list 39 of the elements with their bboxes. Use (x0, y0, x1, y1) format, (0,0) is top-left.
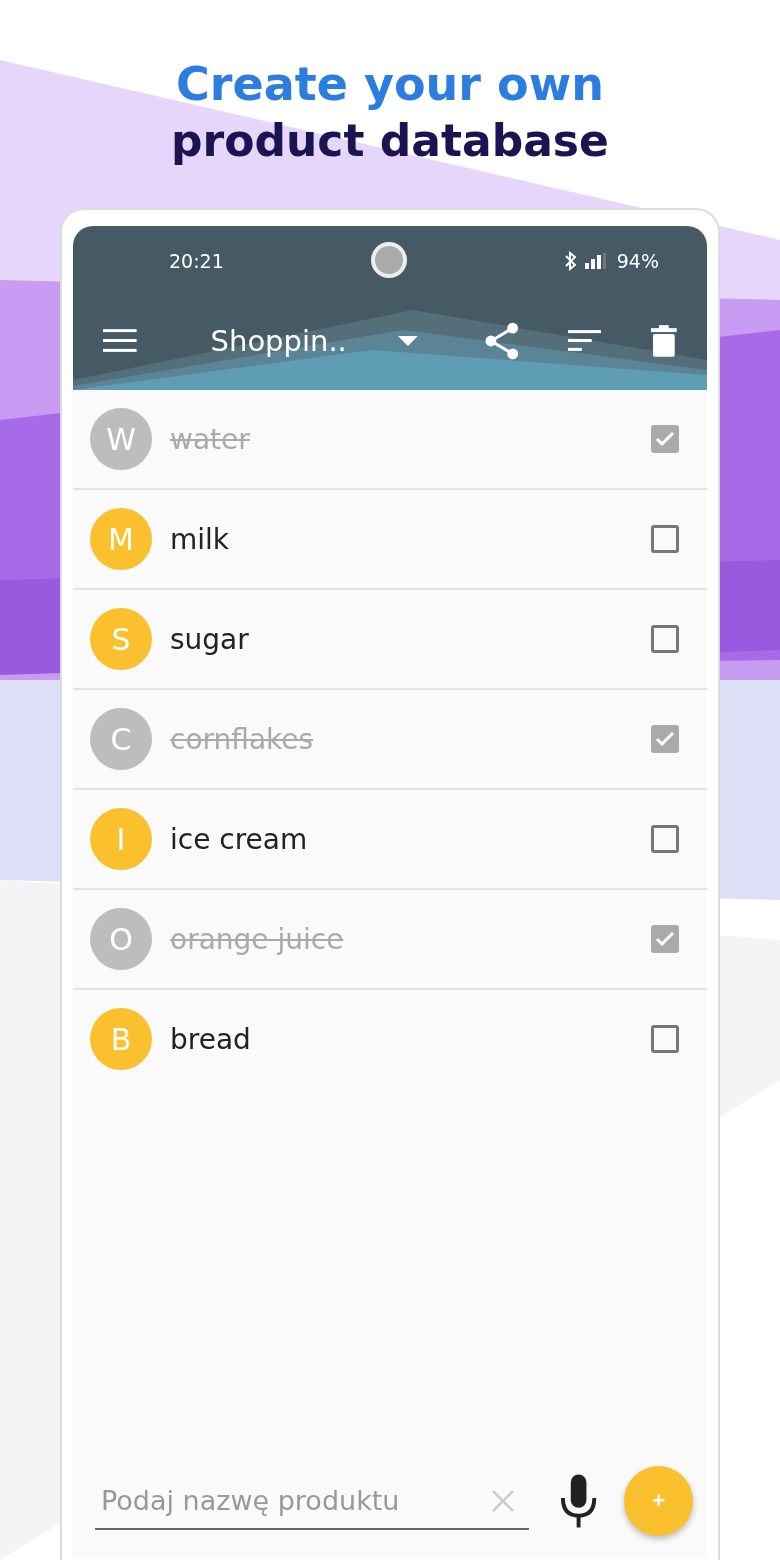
product-name: cornflakes (170, 722, 315, 756)
product-name: water (170, 422, 251, 456)
checkbox[interactable] (651, 625, 679, 653)
letter-avatar: O (90, 908, 152, 970)
checkbox[interactable] (651, 425, 679, 453)
product-name: orange juice (170, 922, 345, 956)
signal-icon (584, 253, 609, 269)
check-icon (655, 931, 675, 947)
product-name: bread (170, 1022, 252, 1056)
checkbox[interactable] (651, 525, 679, 553)
product-name: ice cream (170, 822, 309, 856)
headline: Create your own (176, 56, 604, 112)
checkbox[interactable] (651, 925, 679, 953)
letter-avatar: B (90, 1008, 152, 1070)
checkbox[interactable] (651, 825, 679, 853)
list-selector[interactable]: Shoppin.. (210, 324, 399, 358)
headline: product database (171, 114, 609, 168)
letter-avatar: I (90, 808, 152, 870)
microphone-icon[interactable] (559, 1474, 599, 1528)
letter-avatar: C (90, 708, 152, 770)
battery-level: 94% (616, 250, 659, 272)
check-icon (655, 731, 675, 747)
dropdown-icon[interactable] (398, 336, 419, 346)
bluetooth-icon (564, 251, 577, 271)
check-icon (655, 431, 675, 447)
letter-avatar: S (90, 608, 152, 670)
camera-icon (371, 242, 407, 278)
checkbox[interactable] (651, 1025, 679, 1053)
menu-icon[interactable] (103, 329, 137, 353)
letter-avatar: M (90, 508, 152, 570)
clock: 20:21 (169, 250, 224, 272)
product-name: milk (170, 522, 231, 556)
product-input-field[interactable]: Podaj nazwę produktu (95, 1472, 529, 1530)
product-name: sugar (170, 622, 250, 656)
trash-icon[interactable] (651, 325, 677, 357)
share-icon[interactable] (484, 322, 520, 360)
sort-icon[interactable] (567, 330, 602, 352)
letter-avatar: W (90, 408, 152, 470)
checkbox[interactable] (651, 725, 679, 753)
